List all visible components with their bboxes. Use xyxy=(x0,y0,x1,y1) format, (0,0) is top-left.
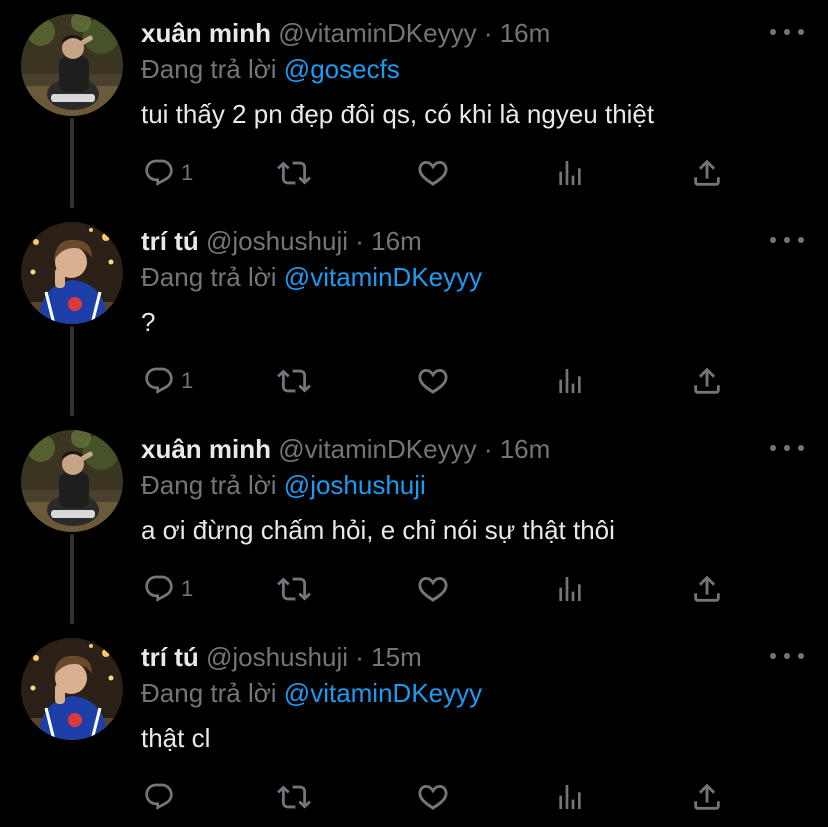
mention-link[interactable]: @gosecfs xyxy=(284,54,400,84)
like-button[interactable] xyxy=(416,358,450,404)
more-icon[interactable] xyxy=(770,228,804,252)
reply-button[interactable]: 1 xyxy=(143,150,193,196)
views-icon xyxy=(554,573,586,605)
views-icon xyxy=(554,781,586,813)
share-button[interactable] xyxy=(690,774,724,820)
tweet-text: thật cl xyxy=(141,723,211,753)
avatar[interactable] xyxy=(21,638,123,740)
share-icon xyxy=(690,780,724,814)
replying-to-label: Đang trả lời xyxy=(141,678,277,708)
mention-link[interactable]: @vitaminDKeyyy xyxy=(284,678,482,708)
tweet-text: tui thấy 2 pn đẹp đôi qs, có khi là ngye… xyxy=(141,99,655,129)
more-icon[interactable] xyxy=(770,644,804,668)
avatar[interactable] xyxy=(21,222,123,324)
replying-to-label: Đang trả lời xyxy=(141,470,277,500)
tweet[interactable]: trí tú @joshushuji · 16m Đang trả lời @v… xyxy=(0,208,828,416)
share-icon xyxy=(690,364,724,398)
share-icon xyxy=(690,156,724,190)
user-handle[interactable]: @vitaminDKeyyy xyxy=(278,434,476,464)
retweet-icon xyxy=(277,364,311,398)
views-button[interactable] xyxy=(554,774,586,820)
replying-to-label: Đang trả lời xyxy=(141,262,277,292)
mention-link[interactable]: @vitaminDKeyyy xyxy=(284,262,482,292)
reply-button[interactable] xyxy=(143,774,181,820)
avatar[interactable] xyxy=(21,430,123,532)
reply-icon xyxy=(143,365,175,397)
tweet[interactable]: xuân minh @vitaminDKeyyy · 16m Đang trả … xyxy=(0,0,828,208)
retweet-button[interactable] xyxy=(277,774,311,820)
display-name[interactable]: xuân minh xyxy=(141,434,271,464)
timestamp[interactable]: 16m xyxy=(371,226,422,256)
reply-count: 1 xyxy=(181,160,194,185)
heart-icon xyxy=(416,156,450,190)
tweet-text: ? xyxy=(141,307,156,337)
separator-dot: · xyxy=(355,642,364,672)
action-bar: 1 xyxy=(0,358,828,404)
views-icon xyxy=(554,365,586,397)
avatar[interactable] xyxy=(21,14,123,116)
share-button[interactable] xyxy=(690,358,724,404)
timestamp[interactable]: 15m xyxy=(371,642,422,672)
reply-count: 1 xyxy=(181,368,194,393)
display-name[interactable]: trí tú xyxy=(141,226,199,256)
like-button[interactable] xyxy=(416,150,450,196)
reply-icon xyxy=(143,781,175,813)
retweet-button[interactable] xyxy=(277,358,311,404)
retweet-icon xyxy=(277,156,311,190)
more-icon[interactable] xyxy=(770,436,804,460)
retweet-button[interactable] xyxy=(277,566,311,612)
timestamp[interactable]: 16m xyxy=(500,434,551,464)
user-handle[interactable]: @vitaminDKeyyy xyxy=(278,18,476,48)
display-name[interactable]: xuân minh xyxy=(141,18,271,48)
retweet-icon xyxy=(277,780,311,814)
more-icon[interactable] xyxy=(770,20,804,44)
separator-dot: · xyxy=(483,434,493,464)
retweet-button[interactable] xyxy=(277,150,311,196)
action-bar xyxy=(0,774,828,820)
user-handle[interactable]: @joshushuji xyxy=(206,226,348,256)
reply-icon xyxy=(143,157,175,189)
tweet-text: a ơi đừng chấm hỏi, e chỉ nói sự thật th… xyxy=(141,515,615,545)
reply-count: 1 xyxy=(181,576,194,601)
tweet[interactable]: trí tú @joshushuji · 15m Đang trả lời @v… xyxy=(0,624,828,827)
reply-button[interactable]: 1 xyxy=(143,358,193,404)
retweet-icon xyxy=(277,572,311,606)
views-icon xyxy=(554,157,586,189)
share-icon xyxy=(690,572,724,606)
views-button[interactable] xyxy=(554,358,586,404)
views-button[interactable] xyxy=(554,566,586,612)
heart-icon xyxy=(416,780,450,814)
action-bar: 1 xyxy=(0,150,828,196)
heart-icon xyxy=(416,364,450,398)
reply-button[interactable]: 1 xyxy=(143,566,193,612)
replying-to-label: Đang trả lời xyxy=(141,54,277,84)
share-button[interactable] xyxy=(690,566,724,612)
reply-icon xyxy=(143,573,175,605)
user-handle[interactable]: @joshushuji xyxy=(206,642,348,672)
heart-icon xyxy=(416,572,450,606)
timestamp[interactable]: 16m xyxy=(500,18,551,48)
like-button[interactable] xyxy=(416,566,450,612)
share-button[interactable] xyxy=(690,150,724,196)
mention-link[interactable]: @joshushuji xyxy=(284,470,426,500)
display-name[interactable]: trí tú xyxy=(141,642,199,672)
views-button[interactable] xyxy=(554,150,586,196)
like-button[interactable] xyxy=(416,774,450,820)
tweet[interactable]: xuân minh @vitaminDKeyyy · 16m Đang trả … xyxy=(0,416,828,624)
separator-dot: · xyxy=(355,226,364,256)
separator-dot: · xyxy=(483,18,493,48)
action-bar: 1 xyxy=(0,566,828,612)
